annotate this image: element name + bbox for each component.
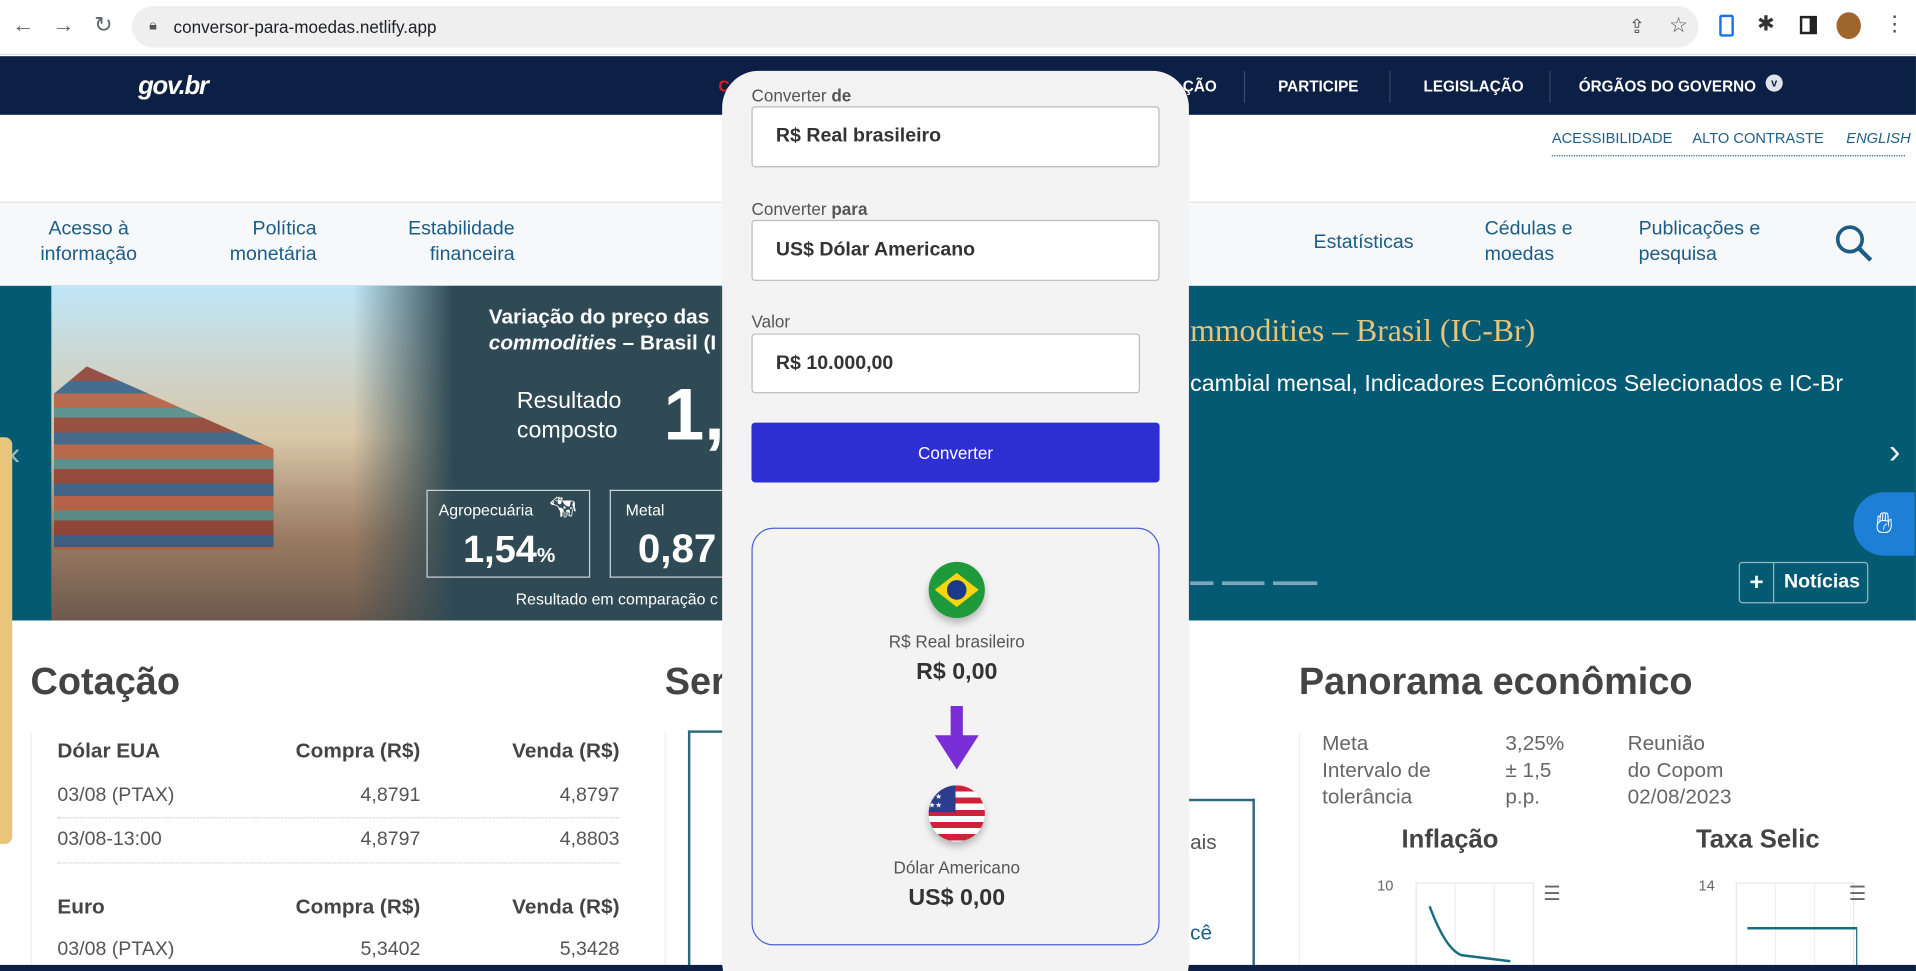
panorama-title: Panorama econômico (1298, 659, 1693, 703)
table-row: 03/08-13:00 4,8797 4,8803 (57, 829, 620, 851)
selic-mini-chart (1735, 882, 1858, 968)
chart-menu-icon[interactable]: ☰ (1849, 882, 1867, 906)
banner-result-label: Resultado composto (516, 388, 622, 444)
url-text: conversor-para-moedas.netlify.app (173, 17, 437, 37)
divider (1243, 70, 1246, 103)
side-tab[interactable] (0, 437, 13, 844)
menu-estabilidade-financeira[interactable]: Estabilidade financeira (408, 216, 515, 267)
banner-slide-subtitle: cambial mensal, Indicadores Econômicos S… (1190, 371, 1844, 397)
brazil-flag-icon (928, 561, 985, 619)
divider (30, 732, 32, 965)
section-title-partial: Ser (664, 659, 726, 703)
meta-labels: Meta Intervalo de tolerância (1322, 731, 1431, 809)
cotacao-title: Cotação (30, 659, 181, 703)
menu-cedulas-moedas[interactable]: Cédulas e moedas (1485, 216, 1573, 267)
govbr-logo[interactable]: gov.br (138, 72, 209, 101)
menu-estatisticas[interactable]: Estatísticas (1314, 230, 1414, 256)
banner-result-value: 1, (663, 373, 725, 456)
currency-header: Dólar EUA (57, 738, 161, 763)
copom-info: Reunião do Copom 02/08/2023 (1627, 731, 1732, 809)
amount-label: Valor (751, 311, 791, 331)
sign-language-icon[interactable]: ✋︎ (1853, 492, 1915, 556)
inflacao-mini-chart (1415, 882, 1535, 968)
chevron-down-icon[interactable]: v (1765, 74, 1783, 92)
banner-footnote: Resultado em comparação c (515, 589, 718, 609)
from-amount: R$ 0,00 (916, 659, 998, 686)
table-row: 03/08 (PTAX) 4,8791 4,8797 (57, 785, 620, 807)
reload-icon[interactable]: ↻ (94, 12, 112, 38)
menu-kebab-icon[interactable]: ⋮ (1884, 12, 1905, 36)
selic-chart-title: Taxa Selic (1695, 825, 1820, 854)
divider (1389, 70, 1391, 103)
box-value: 0,87 (637, 525, 717, 571)
card-border (687, 730, 725, 969)
address-bar[interactable]: 🔒︎ conversor-para-moedas.netlify.app ⇪ ☆ (131, 6, 1699, 48)
profile-avatar[interactable] (1836, 12, 1861, 40)
divider (1549, 70, 1551, 103)
amount-input[interactable]: R$ 10.000,00 (751, 333, 1141, 394)
usa-flag-icon: ★★ ★★ ★★ (928, 785, 985, 842)
divider (1551, 155, 1905, 157)
link-english[interactable]: ENGLISH (1846, 129, 1910, 146)
cow-icon: 🐄︎ (549, 495, 577, 520)
nav-participe[interactable]: PARTICIPE (1278, 78, 1358, 95)
back-icon[interactable]: ← (12, 12, 34, 38)
agropecuaria-box: Agropecuária 🐄︎ 1,54% (426, 489, 591, 578)
banner-title: Variação do preço das commodities – Brasi… (488, 305, 717, 355)
banner-slide-title: mmodities – Brasil (IC-Br) (1190, 312, 1536, 349)
puzzle-icon[interactable]: ✱ (1757, 12, 1774, 36)
euro-table: Euro Compra (R$) Venda (R$) 03/08 (PTAX) 5,… (57, 895, 619, 968)
table-row: 03/08 (PTAX) 5,3402 5,3428 (57, 939, 620, 961)
to-currency-name: Dólar Americano (893, 857, 1020, 877)
partial-link[interactable]: cê (1190, 921, 1212, 945)
forward-icon[interactable]: → (53, 12, 75, 38)
arrow-down-icon (934, 705, 979, 770)
to-label: Converter para (751, 199, 868, 219)
to-currency-select[interactable]: US$ Dólar Americano (751, 219, 1160, 281)
metal-box: Metal 0,87 (609, 489, 732, 578)
y-tick: 10 (1377, 876, 1394, 895)
menu-acesso-informacao[interactable]: Acesso à informação (40, 216, 137, 267)
plus-icon: + (1740, 563, 1775, 603)
from-currency-select[interactable]: R$ Real brasileiro (751, 106, 1160, 168)
currency-header: Euro (57, 895, 105, 919)
box-label: Metal (625, 500, 665, 520)
nav-orgaos-do-governo[interactable]: ÓRGÃOS DO GOVERNO (1579, 78, 1756, 95)
convert-button[interactable]: Converter (751, 422, 1160, 483)
box-label: Agropecuária (438, 500, 534, 520)
nav-item-partial[interactable]: ÇÃO (1183, 78, 1217, 95)
menu-politica-monetaria[interactable]: Política monetária (230, 216, 317, 267)
sell-header: Venda (R$) (512, 895, 620, 919)
link-acessibilidade[interactable]: ACESSIBILIDADE (1552, 129, 1673, 146)
share-icon[interactable]: ⇪ (1629, 15, 1645, 39)
buy-header: Compra (R$) (295, 895, 421, 919)
sell-header: Venda (R$) (512, 738, 620, 763)
link-alto-contraste[interactable]: ALTO CONTRASTE (1692, 129, 1823, 146)
partial-text: ais (1190, 830, 1217, 854)
divider (664, 732, 666, 965)
y-tick: 14 (1698, 876, 1715, 895)
from-currency-name: R$ Real brasileiro (888, 631, 1025, 652)
box-value: 1,54% (463, 527, 556, 571)
side-panel-icon[interactable] (1799, 15, 1817, 35)
inflacao-chart-title: Inflação (1401, 825, 1499, 854)
search-icon[interactable] (1833, 222, 1875, 264)
to-amount: US$ 0,00 (908, 885, 1006, 912)
noticias-label: Notícias (1783, 571, 1861, 593)
noticias-button[interactable]: + Notícias (1738, 561, 1869, 604)
extension-icon[interactable] (1719, 14, 1734, 37)
divider (1298, 732, 1301, 965)
chart-menu-icon[interactable]: ☰ (1543, 882, 1561, 906)
buy-header: Compra (R$) (295, 738, 421, 763)
from-label: Converter de (751, 85, 852, 106)
carousel-indicators[interactable] (1190, 581, 1318, 586)
conversion-result-card: R$ Real brasileiro R$ 0,00 ★★ ★★ ★★ Dólar … (751, 527, 1160, 946)
bookmark-star-icon[interactable]: ☆ (1669, 13, 1688, 37)
dolar-table: Dólar EUA Compra (R$) Venda (R$) 03/08 (PT… (57, 738, 620, 864)
menu-publicacoes-pesquisa[interactable]: Publicações e pesquisa (1639, 216, 1761, 267)
carousel-next-icon[interactable]: › (1889, 432, 1900, 471)
lock-icon: 🔒︎ (149, 15, 157, 33)
meta-values: 3,25% ± 1,5 p.p. (1505, 731, 1565, 809)
nav-legislacao[interactable]: LEGISLAÇÃO (1424, 78, 1524, 95)
